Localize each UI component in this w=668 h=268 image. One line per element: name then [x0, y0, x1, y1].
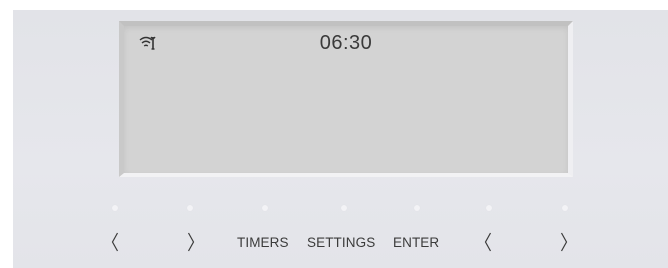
control-panel: 06:30 TIMERS SETTINGS ENTER [13, 10, 668, 268]
chevron-right-icon [560, 232, 568, 252]
chevron-left-icon [111, 232, 119, 252]
indicator-dot [187, 205, 193, 211]
right-arrow-button[interactable] [183, 232, 199, 252]
indicator-row [13, 205, 668, 211]
chevron-right-icon [187, 232, 195, 252]
indicator-dot [562, 205, 568, 211]
chevron-left-icon [484, 232, 492, 252]
settings-button[interactable]: SETTINGS [307, 232, 375, 252]
enter-button[interactable]: ENTER [393, 232, 439, 252]
indicator-dot [341, 205, 347, 211]
indicator-dot [414, 205, 420, 211]
left-arrow-button[interactable] [107, 232, 123, 252]
timers-button[interactable]: TIMERS [237, 232, 289, 252]
indicator-dot [262, 205, 268, 211]
indicator-dot [486, 205, 492, 211]
right-arrow-button-2[interactable] [556, 232, 572, 252]
indicator-dot [112, 205, 118, 211]
lcd-display: 06:30 [119, 21, 573, 177]
left-arrow-button-2[interactable] [480, 232, 496, 252]
clock-display: 06:30 [319, 32, 373, 54]
